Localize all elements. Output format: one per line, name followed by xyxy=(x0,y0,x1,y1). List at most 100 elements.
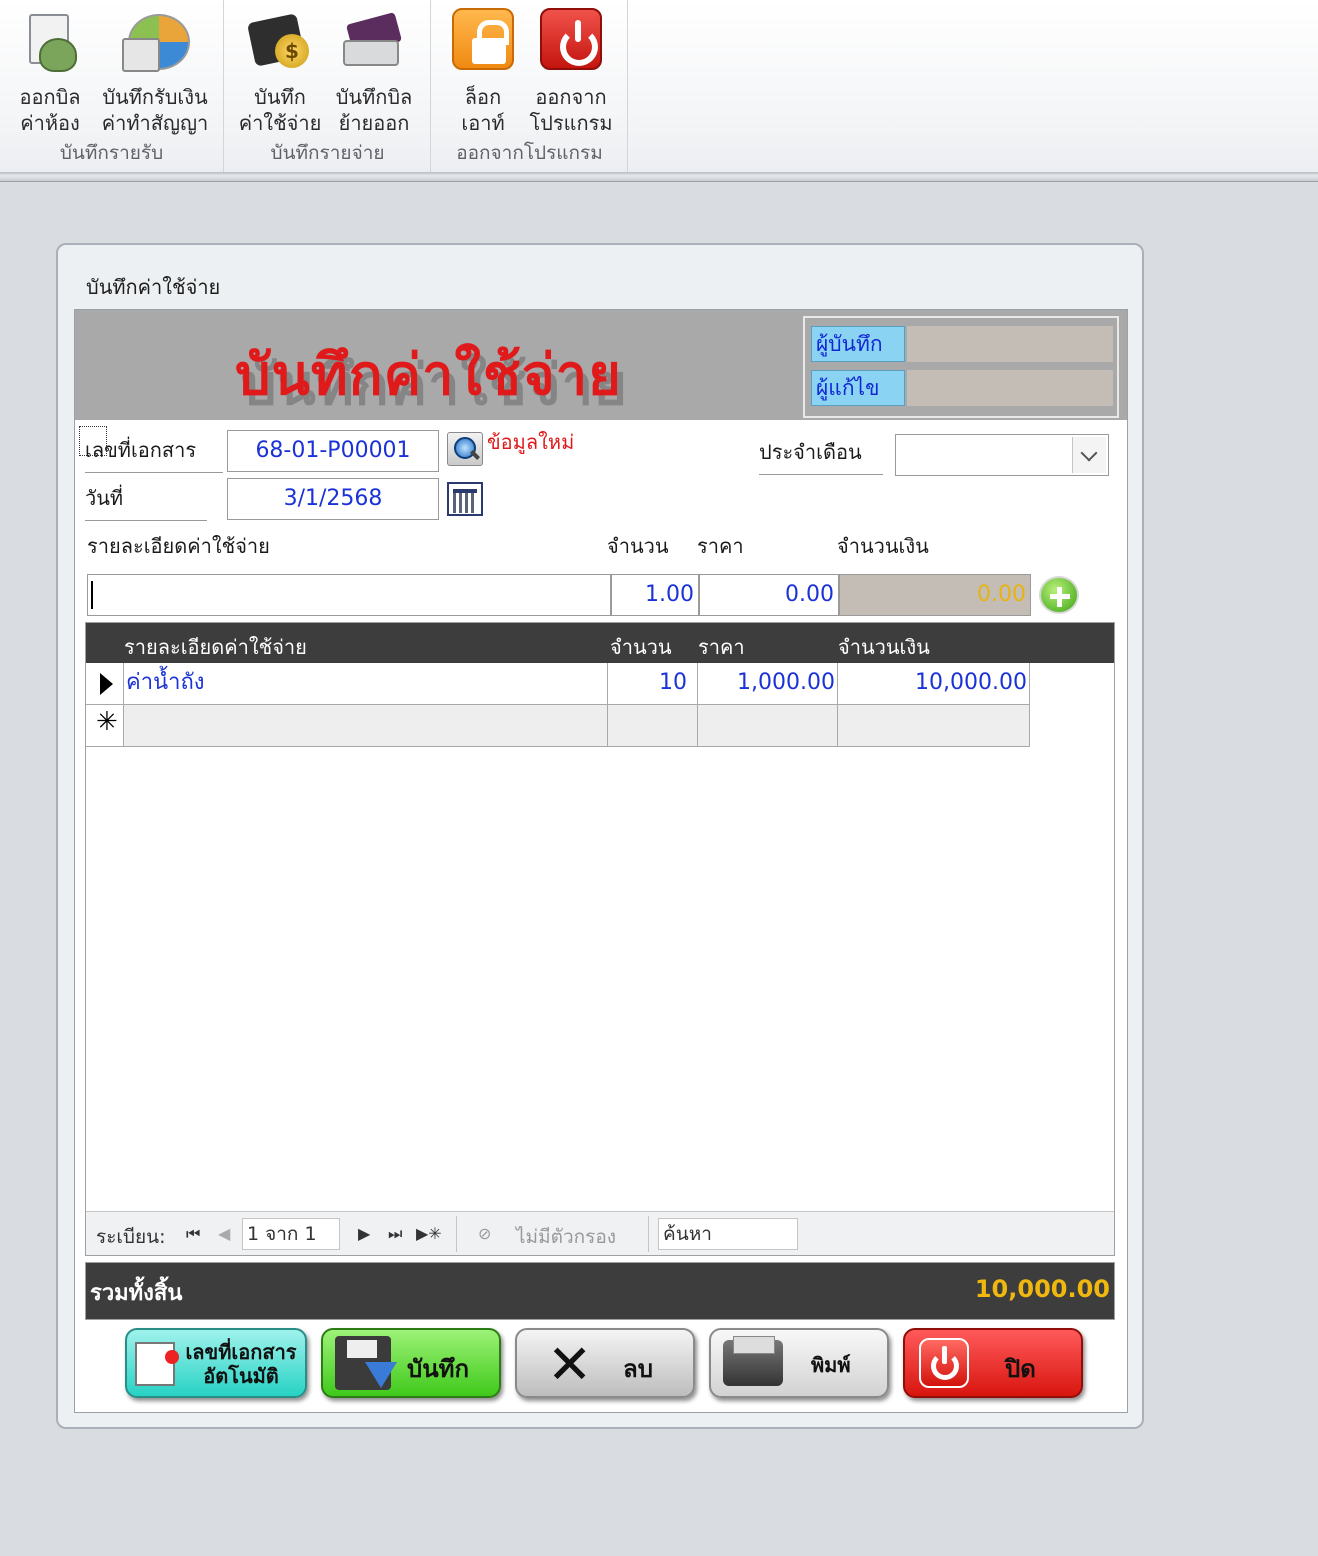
ribbon-group-expense: บันทึก ค่าใช้จ่าย บันทึกบิล ย้ายออก บันท… xyxy=(225,0,431,172)
bill-icon xyxy=(15,8,85,78)
save-disk-icon xyxy=(335,1336,397,1390)
card-icon xyxy=(339,8,409,78)
column-header: จำนวน xyxy=(610,635,672,659)
printer-icon xyxy=(723,1336,783,1386)
button-label-line: เลขที่เอกสาร xyxy=(185,1340,297,1364)
button-label: ปิด xyxy=(1005,1355,1036,1383)
table-header: รายละเอียดค่าใช้จ่าย จำนวน ราคา จำนวนเงิ… xyxy=(86,623,1114,663)
amount-value: 0.00 xyxy=(839,574,1031,616)
cell-amount[interactable] xyxy=(838,705,1030,747)
month-label: ประจำเดือน xyxy=(759,436,883,475)
cell-qty[interactable] xyxy=(608,705,698,747)
ribbon-group-exit: ล็อก เอาท์ ออกจาก โปรแกรม ออกจากโปรแกรม xyxy=(432,0,628,172)
prev-record-icon[interactable]: ◀ xyxy=(218,1224,230,1243)
print-button[interactable]: พิมพ์ xyxy=(709,1328,889,1398)
editor-label: ผู้แก้ไข xyxy=(811,370,905,406)
button-label: บันทึก xyxy=(407,1355,469,1383)
save-button[interactable]: บันทึก xyxy=(321,1328,501,1398)
issue-room-bill-button[interactable]: ออกบิล ค่าห้อง xyxy=(10,8,90,136)
record-label: ระเบียน: xyxy=(96,1226,166,1248)
first-record-icon[interactable]: ⏮ xyxy=(186,1224,200,1244)
button-label: พิมพ์ xyxy=(811,1353,851,1377)
button-label: ล็อก xyxy=(464,85,502,109)
cell-amount[interactable]: 10,000.00 xyxy=(838,663,1030,705)
new-row-icon: ✳ xyxy=(96,707,118,737)
button-label: ค่าห้อง xyxy=(20,111,80,135)
wallet-icon xyxy=(245,8,315,78)
total-label: รวมทั้งสิ้น xyxy=(90,1281,183,1306)
column-header: จำนวนเงิน xyxy=(838,635,930,659)
button-label: ค่าใช้จ่าย xyxy=(238,111,322,135)
qty-input[interactable]: 1.00 xyxy=(611,574,699,616)
column-header: ราคา xyxy=(698,635,745,659)
date-label: วันที่ xyxy=(85,482,207,521)
filter-status[interactable]: ไม่มีตัวกรอง xyxy=(516,1222,616,1252)
chevron-down-icon[interactable] xyxy=(1072,437,1106,473)
exit-program-button[interactable]: ออกจาก โปรแกรม xyxy=(526,8,616,136)
row-selector[interactable]: ✳ xyxy=(86,705,124,747)
search-icon[interactable] xyxy=(447,432,483,466)
expense-table: รายละเอียดค่าใช้จ่าย จำนวน ราคา จำนวนเงิ… xyxy=(85,622,1115,1256)
filter-icon[interactable]: ⊘ xyxy=(478,1224,491,1243)
doc-no-label: เลขที่เอกสาร xyxy=(85,434,223,473)
month-select[interactable] xyxy=(895,434,1109,476)
recorder-value xyxy=(907,326,1113,362)
table-row[interactable]: ค่าน้ำถัง 10 1,000.00 10,000.00 xyxy=(86,663,1032,705)
expense-desc-input[interactable] xyxy=(87,574,611,616)
editor-value xyxy=(907,370,1113,406)
cell-qty[interactable]: 10 xyxy=(608,663,698,705)
ribbon-divider xyxy=(0,172,1318,182)
cell-desc[interactable] xyxy=(124,705,608,747)
add-icon[interactable] xyxy=(1039,576,1079,614)
button-label: โปรแกรม xyxy=(529,111,613,135)
new-data-link[interactable]: ข้อมูลใหม่ xyxy=(487,426,574,458)
button-label: ลบ xyxy=(623,1355,653,1383)
auto-doc-number-button[interactable]: เลขที่เอกสาร อัตโนมัติ xyxy=(125,1328,307,1398)
recorder-label: ผู้บันทึก xyxy=(811,326,905,362)
power-icon xyxy=(919,1338,969,1388)
lock-icon xyxy=(452,8,514,70)
button-label: บันทึกบิล xyxy=(335,85,413,109)
move-out-bill-button[interactable]: บันทึกบิล ย้ายออก xyxy=(329,8,419,136)
column-header: รายละเอียดค่าใช้จ่าย xyxy=(124,635,307,659)
calendar-icon[interactable] xyxy=(447,482,483,516)
next-record-icon[interactable]: ▶ xyxy=(358,1224,370,1243)
divider xyxy=(648,1216,649,1252)
button-label: บันทึกรับเงิน xyxy=(102,85,208,109)
logout-button[interactable]: ล็อก เอาท์ xyxy=(446,8,520,136)
new-record-row[interactable]: ✳ xyxy=(86,705,1114,747)
delete-button[interactable]: ✕ ลบ xyxy=(515,1328,695,1398)
last-record-icon[interactable]: ⏭ xyxy=(388,1224,402,1244)
ribbon-group-label: บันทึกรายจ่าย xyxy=(270,142,385,164)
button-label-line: อัตโนมัติ xyxy=(203,1364,279,1388)
record-navigator: ระเบียน: ⏮ ◀ 1 จาก 1 ▶ ⏭ ▶✳ ⊘ ไม่มีตัวกร… xyxy=(86,1211,1114,1255)
button-label: เลขที่เอกสาร อัตโนมัติ xyxy=(177,1340,305,1388)
cell-desc[interactable]: ค่าน้ำถัง xyxy=(124,663,608,705)
search-input[interactable]: ค้นหา xyxy=(658,1218,798,1250)
date-field[interactable]: 3/1/2568 xyxy=(227,478,439,520)
ribbon-group-income: ออกบิล ค่าห้อง บันทึกรับเงิน ค่าทำสัญญา … xyxy=(0,0,224,172)
cell-price[interactable]: 1,000.00 xyxy=(698,663,838,705)
expense-form-window: บันทึกค่าใช้จ่าย บันทึกค่าใช้จ่าย ผู้บัน… xyxy=(56,243,1144,1429)
cell-price[interactable] xyxy=(698,705,838,747)
entry-qty-header: จำนวน xyxy=(607,534,669,558)
record-position-field[interactable]: 1 จาก 1 xyxy=(242,1218,340,1250)
button-label: ย้ายออก xyxy=(338,111,410,135)
record-expense-button[interactable]: บันทึก ค่าใช้จ่าย xyxy=(235,8,325,136)
new-record-icon[interactable]: ▶✳ xyxy=(416,1224,442,1243)
ribbon-group-label: ออกจากโปรแกรม xyxy=(456,142,603,164)
entry-amount-header: จำนวนเงิน xyxy=(837,534,929,558)
button-label: บันทึก xyxy=(254,85,306,109)
total-value: 10,000.00 xyxy=(974,1275,1110,1303)
document-icon xyxy=(135,1342,179,1386)
price-input[interactable]: 0.00 xyxy=(699,574,839,616)
total-bar: รวมทั้งสิ้น 10,000.00 xyxy=(85,1262,1115,1320)
ribbon: ออกบิล ค่าห้อง บันทึกรับเงิน ค่าทำสัญญา … xyxy=(0,0,1318,172)
doc-no-field[interactable]: 68-01-P00001 xyxy=(227,430,439,472)
contract-payment-button[interactable]: บันทึกรับเงิน ค่าทำสัญญา xyxy=(96,8,214,136)
header-band: บันทึกค่าใช้จ่าย ผู้บันทึก ผู้แก้ไข xyxy=(75,310,1127,420)
form-body: บันทึกค่าใช้จ่าย ผู้บันทึก ผู้แก้ไข เลขท… xyxy=(74,309,1128,1413)
entry-desc-header: รายละเอียดค่าใช้จ่าย xyxy=(87,534,270,558)
row-selector[interactable] xyxy=(86,663,124,705)
close-button[interactable]: ปิด xyxy=(903,1328,1083,1398)
